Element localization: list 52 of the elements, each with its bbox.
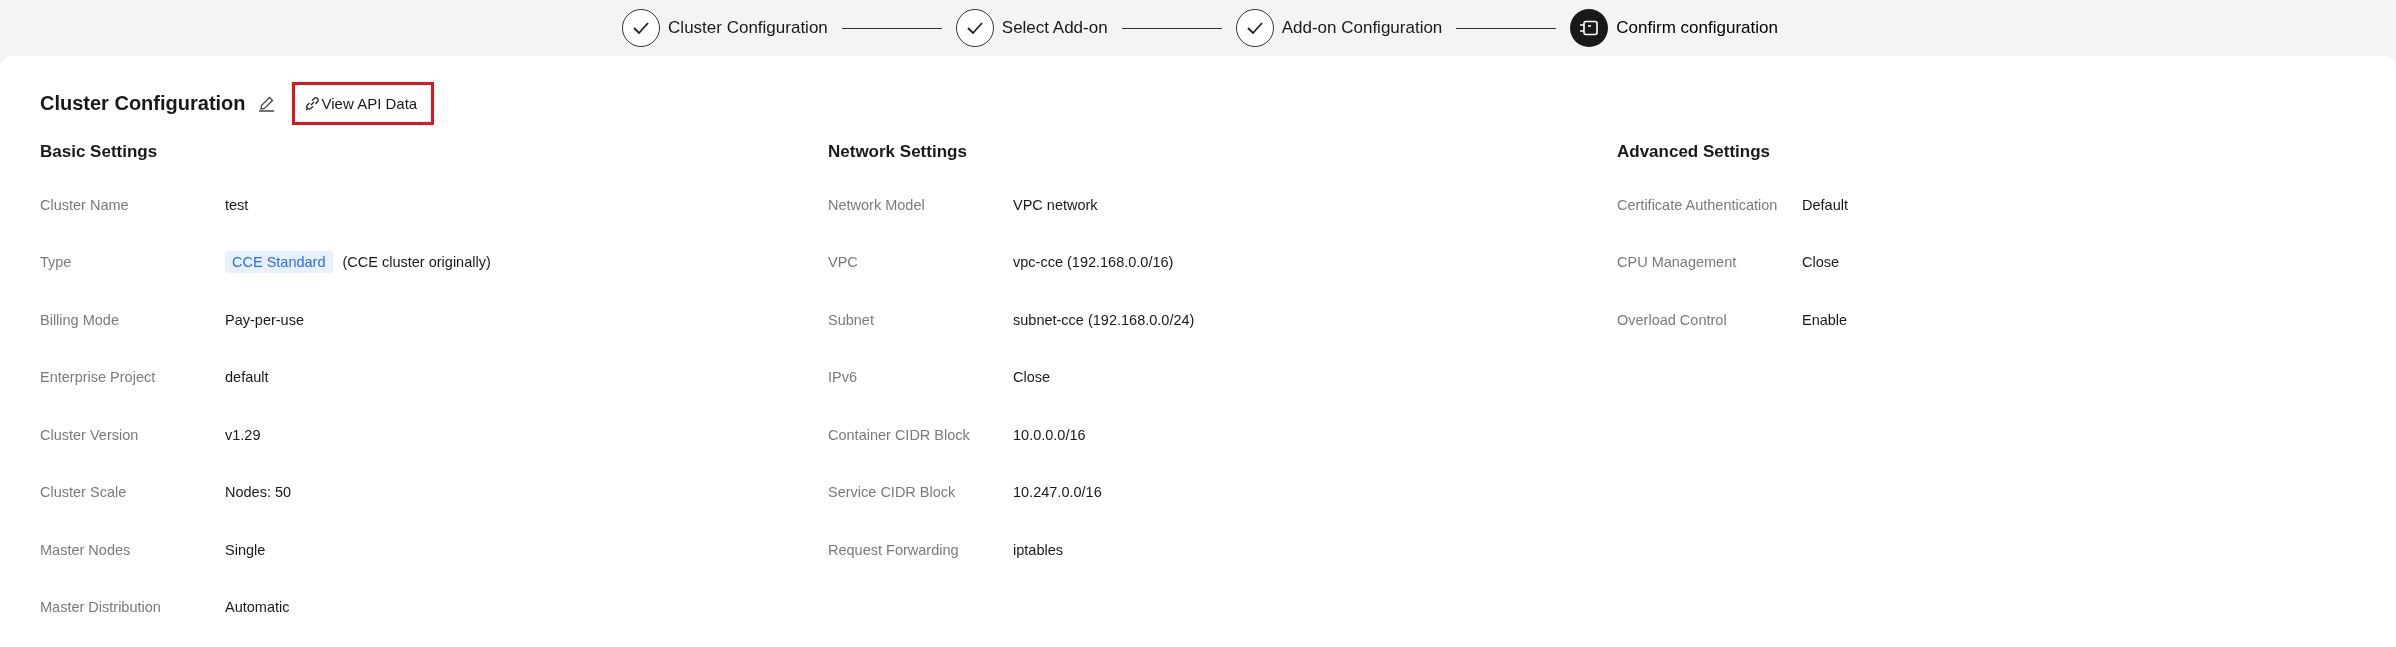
field-label: Cluster Scale — [40, 484, 128, 501]
field-value: v1.29 — [225, 426, 261, 443]
field-value: test — [225, 196, 249, 213]
field-value: subnet-cce (192.168.0.0/24) — [1013, 311, 1195, 328]
section-heading: Network Settings — [828, 142, 968, 163]
field-label: Master Nodes — [40, 541, 132, 558]
step-label: Confirm configuration — [1616, 18, 1778, 38]
field-label: Type — [40, 254, 73, 271]
field-value: default — [225, 369, 269, 386]
type-tag: CCE Standard — [225, 251, 333, 274]
field-label: Certificate Authentication — [1617, 196, 1779, 213]
field-value: Nodes: 50 — [225, 484, 292, 501]
step-label: Add-on Configuration — [1281, 18, 1443, 38]
field-label: CPU Management — [1617, 254, 1738, 271]
field-label: Master Distribution — [40, 599, 162, 616]
section-heading: Advanced Settings — [1617, 142, 1772, 163]
field-label: VPC — [828, 254, 859, 271]
field-label: Overload Control — [1617, 311, 1728, 328]
view-api-data-link[interactable]: View API Data — [294, 84, 432, 122]
field-value: 10.0.0.0/16 — [1013, 426, 1086, 443]
server-icon — [1570, 9, 1609, 47]
field-label: Service CIDR Block — [828, 484, 957, 501]
field-value: Single — [225, 541, 266, 558]
check-icon — [1235, 9, 1274, 47]
step-label: Select Add-on — [1001, 18, 1108, 38]
check-icon — [622, 9, 661, 47]
field-label: Enterprise Project — [40, 369, 157, 386]
field-value: VPC network — [1013, 196, 1098, 213]
field-value: 10.247.0.0/16 — [1013, 484, 1102, 501]
field-value: Default — [1802, 196, 1848, 213]
panel-title: Cluster Configuration — [40, 91, 246, 115]
field-value: (CCE cluster originally) — [342, 254, 491, 271]
field-value: vpc-cce (192.168.0.0/16) — [1013, 254, 1174, 271]
step-label: Cluster Configuration — [668, 18, 828, 38]
edit-icon[interactable] — [257, 94, 275, 112]
field-value: Enable — [1802, 311, 1848, 328]
field-label: IPv6 — [828, 369, 858, 386]
field-label: Network Model — [828, 196, 926, 213]
check-icon — [955, 9, 994, 47]
field-label: Request Forwarding — [828, 541, 960, 558]
field-label: Subnet — [828, 311, 875, 328]
field-label: Container CIDR Block — [828, 426, 971, 443]
field-value: Pay-per-use — [225, 311, 304, 328]
section-heading: Basic Settings — [40, 142, 159, 163]
field-value: Automatic — [225, 599, 290, 616]
link-icon — [304, 95, 320, 111]
field-value: Close — [1013, 369, 1051, 386]
field-label: Cluster Version — [40, 426, 140, 443]
field-label: Billing Mode — [40, 311, 120, 328]
field-value: iptables — [1013, 541, 1063, 558]
field-value: Close — [1802, 254, 1840, 271]
field-label: Cluster Name — [40, 196, 130, 213]
